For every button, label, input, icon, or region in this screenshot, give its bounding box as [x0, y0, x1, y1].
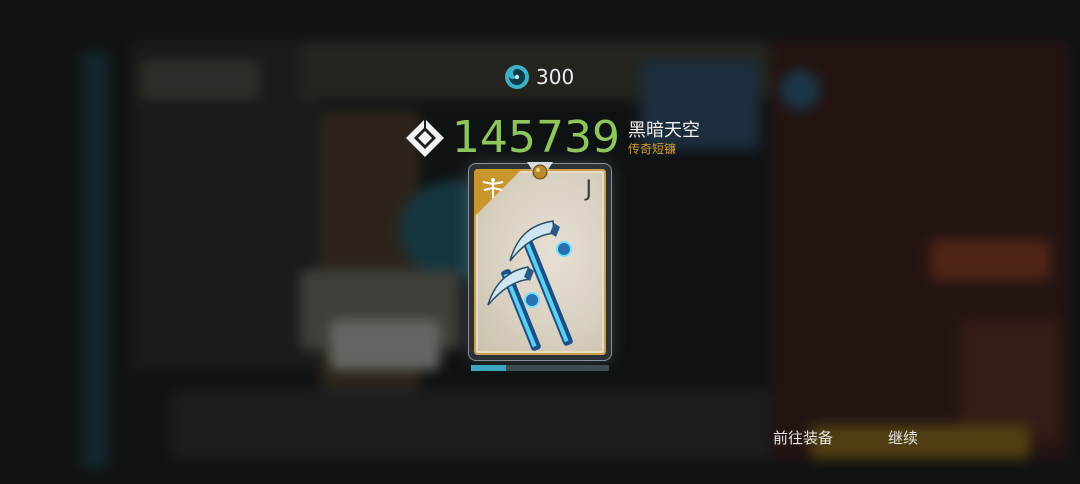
go-equip-button[interactable]: 前往装备 — [773, 424, 833, 452]
currency-amount: 300 — [536, 65, 575, 89]
rarity-gem-icon — [527, 162, 553, 182]
item-power-header: 145739 黑暗天空 传奇短镰 — [404, 112, 700, 164]
continue-button[interactable]: 继续 — [888, 424, 918, 452]
diamond-power-icon — [406, 119, 444, 157]
dragonfly-icon — [482, 178, 504, 198]
item-power-value: 145739 — [452, 112, 620, 163]
item-rarity-type: 传奇短镰 — [627, 142, 676, 156]
swirl-orb-icon — [505, 65, 529, 89]
item-progress-bar — [471, 365, 609, 371]
card-face: J — [474, 169, 606, 355]
item-card[interactable]: J — [469, 162, 611, 360]
item-progress-fill — [471, 365, 506, 371]
item-rank: J — [585, 177, 593, 202]
twin-scythes-image — [487, 220, 573, 351]
currency-display: 300 — [504, 62, 574, 92]
item-name: 黑暗天空 — [627, 120, 700, 141]
